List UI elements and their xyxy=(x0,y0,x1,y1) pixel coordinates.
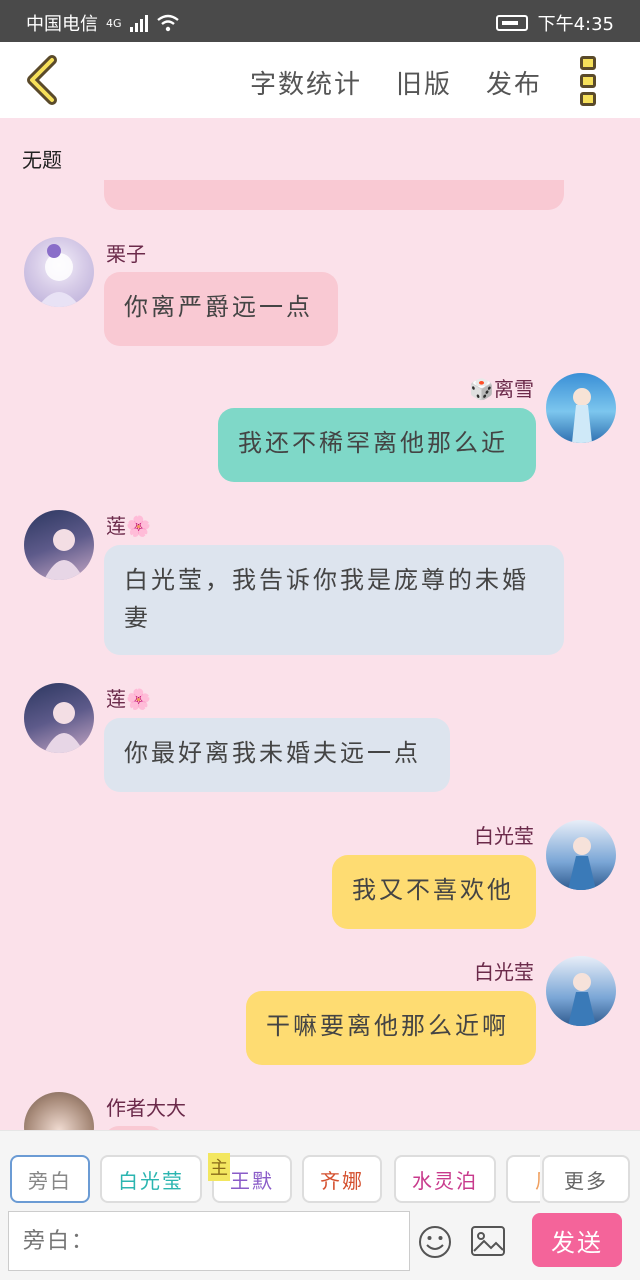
more-roles-button[interactable]: 更多 xyxy=(542,1155,630,1203)
publish-button[interactable]: 发布 xyxy=(486,64,542,101)
sender-name: 栗子 xyxy=(106,242,146,266)
image-icon[interactable] xyxy=(470,1225,506,1257)
sender-name: 🎲离雪 xyxy=(469,377,534,401)
avatar-lian[interactable] xyxy=(24,510,94,580)
signal-icon xyxy=(129,14,148,32)
header-actions: 字数统计 旧版 发布 xyxy=(250,64,542,101)
avatar-baiguangying[interactable] xyxy=(546,956,616,1026)
send-button[interactable]: 发送 xyxy=(532,1213,622,1267)
sender-name: 莲🌸 xyxy=(106,687,151,711)
protagonist-marker: 主 xyxy=(208,1153,230,1181)
sender-name: 莲🌸 xyxy=(106,514,151,538)
sender-name: 白光莹 xyxy=(474,824,534,848)
back-chevron-icon[interactable] xyxy=(22,54,66,106)
old-version-button[interactable]: 旧版 xyxy=(396,64,452,101)
role-chip-qina[interactable]: 齐娜 xyxy=(302,1155,382,1203)
message-input[interactable] xyxy=(8,1211,410,1271)
story-title: 无题 xyxy=(22,148,62,172)
message-bubble[interactable]: 我又不喜欢他 xyxy=(332,855,536,929)
emoji-icon[interactable] xyxy=(418,1225,452,1259)
message-bubble[interactable]: 你最好离我未婚夫远一点 xyxy=(104,718,450,792)
network-type-label: 4G xyxy=(106,16,122,30)
sender-name: 作者大大 xyxy=(106,1096,186,1120)
avatar-baiguangying[interactable] xyxy=(546,820,616,890)
avatar-lixue[interactable] xyxy=(546,373,616,443)
message-bubble[interactable]: 我还不稀罕离他那么近 xyxy=(218,408,536,482)
app-header: 字数统计 旧版 发布 xyxy=(0,42,640,118)
wifi-icon xyxy=(156,14,179,32)
status-bar: 中国电信 4G 下午4:35 xyxy=(0,0,640,42)
carrier-label: 中国电信 xyxy=(26,14,98,35)
previous-message-bubble xyxy=(104,180,564,210)
more-vertical-icon[interactable] xyxy=(580,56,598,106)
avatar-lian[interactable] xyxy=(24,683,94,753)
role-chip-shuilingbo[interactable]: 水灵泊 xyxy=(394,1155,496,1203)
message-bubble[interactable]: 干嘛要离他那么近啊 xyxy=(246,991,536,1065)
role-selector: 旁白 白光莹 王默 齐娜 水灵泊 风 xyxy=(0,1155,540,1205)
avatar-lizi[interactable] xyxy=(24,237,94,307)
sender-name: 白光莹 xyxy=(474,960,534,984)
message-bubble[interactable]: 你离严爵远一点 xyxy=(104,272,338,346)
word-count-button[interactable]: 字数统计 xyxy=(250,64,362,101)
role-chip-narrator[interactable]: 旁白 xyxy=(10,1155,90,1203)
message-bubble[interactable]: 白光莹，我告诉你我是庞尊的未婚妻 xyxy=(104,545,564,655)
compose-toolbar: 旁白 白光莹 王默 齐娜 水灵泊 风 主 更多 发送 xyxy=(0,1130,640,1280)
clock: 下午4:35 xyxy=(537,14,614,35)
role-chip-feng[interactable]: 风 xyxy=(506,1155,540,1203)
battery-icon xyxy=(495,15,528,31)
role-chip-baiguangying[interactable]: 白光莹 xyxy=(100,1155,202,1203)
